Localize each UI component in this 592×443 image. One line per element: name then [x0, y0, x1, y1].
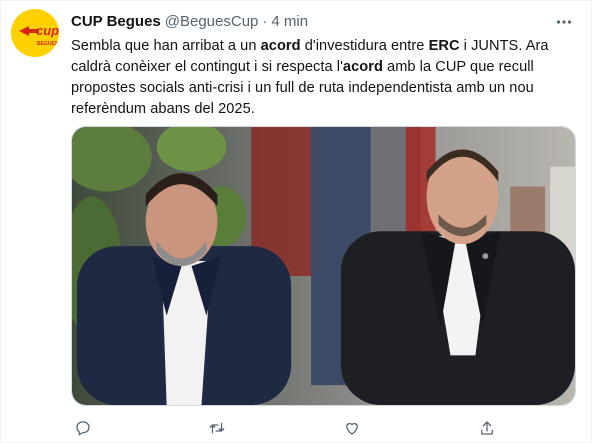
avatar[interactable]: cup BEGUES	[11, 9, 59, 57]
user-handle[interactable]: @BeguesCup	[165, 12, 259, 32]
more-icon[interactable]	[553, 11, 575, 33]
tweet-text-part: Sembla que han arribat a un	[71, 38, 261, 54]
svg-text:cup: cup	[36, 23, 59, 38]
tweet-text: Sembla que han arribat a un acord d'inve…	[71, 36, 571, 120]
retweet-icon[interactable]	[205, 416, 229, 440]
tweet-text-bold: acord	[342, 59, 383, 75]
tweet-text-part: d'investidura entre	[300, 38, 429, 54]
tweet-card[interactable]: cup BEGUES CUP Begues @BeguesCup · 4 min…	[0, 0, 592, 443]
reply-icon[interactable]	[71, 416, 95, 440]
like-icon[interactable]	[340, 416, 364, 440]
tweet-text-bold: ERC	[428, 38, 460, 54]
svg-text:BEGUES: BEGUES	[37, 41, 59, 47]
tweet-header: CUP Begues @BeguesCup · 4 min	[71, 12, 308, 32]
tweet-timestamp[interactable]: 4 min	[271, 12, 308, 32]
share-icon[interactable]	[475, 416, 499, 440]
separator-dot: ·	[262, 13, 268, 30]
cup-logo-icon: cup BEGUES	[11, 9, 59, 57]
tweet-photo[interactable]	[71, 126, 576, 406]
tweet-text-bold: acord	[260, 38, 301, 54]
tweet-actions	[71, 416, 511, 440]
display-name[interactable]: CUP Begues	[71, 12, 161, 32]
